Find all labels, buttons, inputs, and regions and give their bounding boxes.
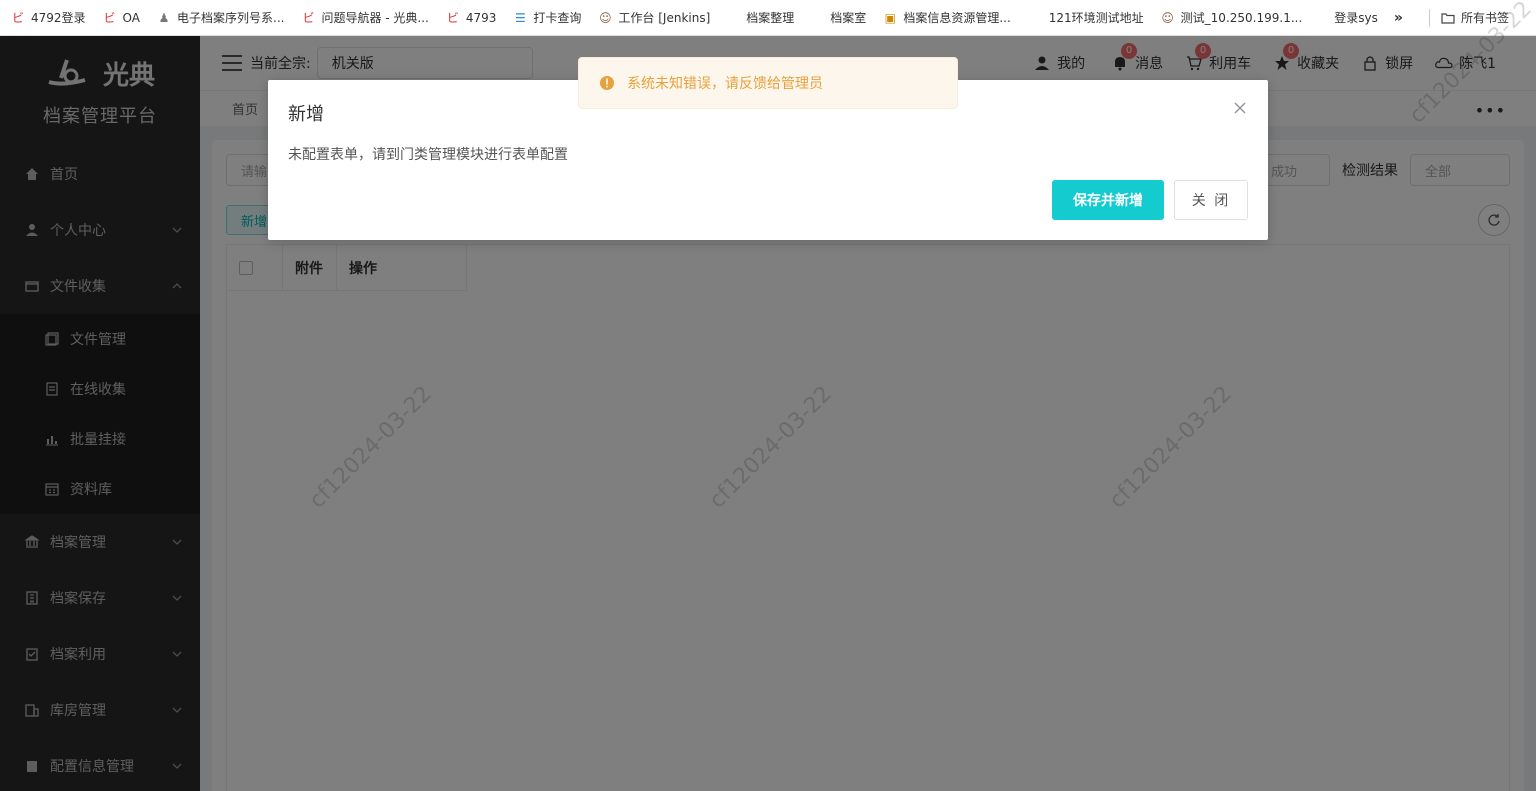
guangdian-icon: ビ [103,11,116,25]
folder-icon [1440,10,1456,26]
bookmark-item[interactable]: ビ问题导航器 - 光典... [300,0,428,35]
bookmark-item[interactable]: 档案室 [830,0,866,35]
bookmark-item[interactable]: ☺ 测试_10.250.199.1... [1160,0,1302,35]
bookmark-item[interactable]: ☺ 工作台 [Jenkins] [597,0,710,35]
list-icon: ☰ [515,10,526,25]
bookmark-item[interactable]: 登录sys [1334,0,1378,35]
bookmarks-bar: ビ 4792登录 ビ OA ♟ 电子档案序列号系... ビ问题导航器 - 光典... … [0,0,1536,36]
save-and-add-button[interactable]: 保存并新增 [1052,180,1164,220]
toast-message: 系统未知错误，请反馈给管理员 [627,76,823,92]
error-toast: 系统未知错误，请反馈给管理员 [578,57,958,109]
bookmark-item[interactable]: ビ OA [102,0,140,35]
jenkins-icon: ☺ [1161,10,1174,25]
bookmark-item[interactable]: 档案整理 [746,0,794,35]
all-bookmarks-button[interactable]: 所有书签 [1440,0,1509,35]
bookmark-item[interactable]: ♟ 电子档案序列号系... [156,0,285,35]
guangdian-icon: ビ [11,11,24,25]
jenkins-icon: ☺ [599,10,612,25]
bookmarks-more-button[interactable]: » [1394,0,1403,35]
bookmark-item[interactable]: ビ 4792登录 [10,0,86,35]
bookmark-item[interactable]: 121环境测试地址 [1049,0,1144,35]
close-button[interactable]: 关 闭 [1174,180,1248,220]
dialog-message: 未配置表单，请到门类管理模块进行表单配置 [288,147,568,163]
app-icon: ♟ [158,10,170,25]
guangdian-icon: ビ [302,11,315,25]
dialog-title: 新增 [288,104,324,125]
guangdian-icon: ビ [446,11,459,25]
divider [1428,8,1430,27]
warning-icon [600,76,614,90]
close-icon[interactable] [1232,100,1248,116]
image-icon: ▣ [884,10,896,25]
bookmark-item[interactable]: ▣ 档案信息资源管理... [882,0,1011,35]
bookmark-item[interactable]: ☰ 打卡查询 [512,0,581,35]
bookmark-item[interactable]: ビ 4793 [445,0,497,35]
